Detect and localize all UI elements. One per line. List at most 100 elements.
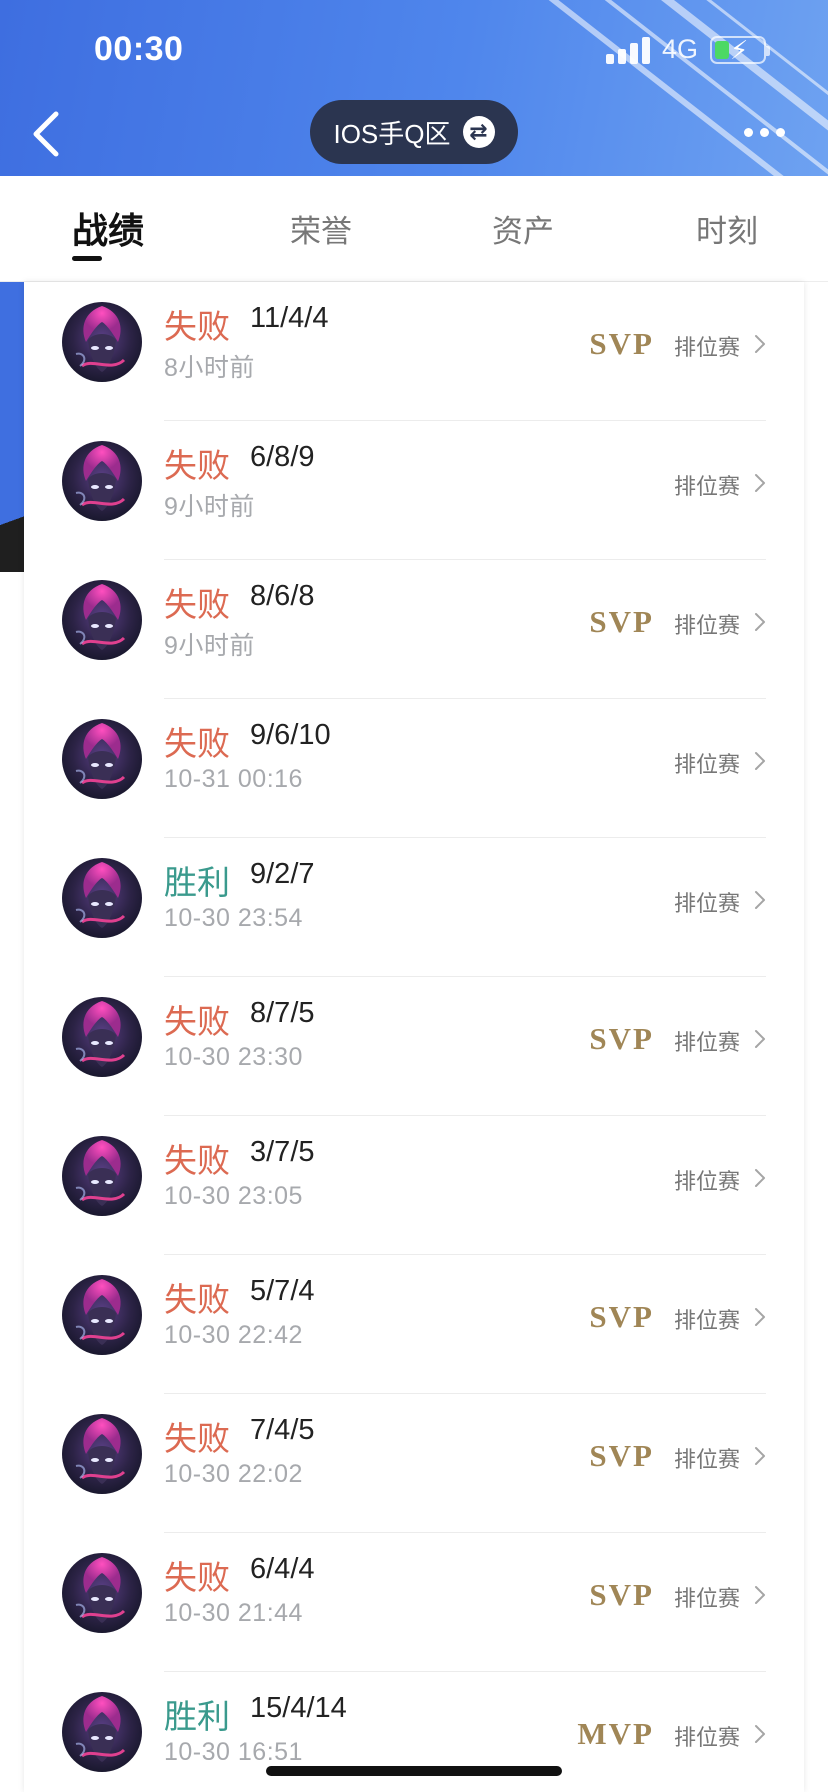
- match-time: 10-30 16:51: [164, 1738, 303, 1766]
- performance-badge: SVP: [589, 1021, 654, 1056]
- match-result: 胜利: [164, 1698, 230, 1735]
- match-row[interactable]: 胜利 9/2/7 10-30 23:54 排位赛: [24, 838, 804, 977]
- game-mode: 排位赛: [673, 1586, 740, 1611]
- kda-score: 15/4/14: [250, 1692, 347, 1724]
- match-row[interactable]: 失败 9/6/10 10-31 00:16 排位赛: [24, 699, 804, 838]
- server-label: IOS手Q区: [333, 118, 451, 149]
- kda-score: 6/4/4: [250, 1553, 315, 1585]
- game-mode: 排位赛: [673, 335, 740, 360]
- chevron-right-icon: [755, 1586, 765, 1604]
- kda-score: 9/2/7: [250, 858, 315, 890]
- performance-badge: SVP: [589, 326, 654, 361]
- match-time: 10-30 23:54: [164, 904, 303, 932]
- match-row[interactable]: 失败 5/7/4 10-30 22:42 SVP 排位赛: [24, 1255, 804, 1394]
- more-menu-icon[interactable]: [744, 128, 785, 137]
- battery-icon: ⚡: [710, 35, 770, 65]
- match-row[interactable]: 失败 7/4/5 10-30 22:02 SVP 排位赛: [24, 1394, 804, 1533]
- game-mode: 排位赛: [673, 1725, 740, 1750]
- chevron-right-icon: [755, 613, 765, 631]
- game-mode: 排位赛: [673, 752, 740, 777]
- hero-avatar: [62, 719, 142, 799]
- kda-score: 6/8/9: [250, 441, 315, 473]
- signal-icon: [605, 36, 650, 64]
- performance-badge: MVP: [577, 1716, 654, 1751]
- performance-badge: SVP: [589, 1299, 654, 1334]
- performance-badge: SVP: [589, 604, 654, 639]
- hero-avatar: [62, 1414, 142, 1494]
- game-mode: 排位赛: [673, 474, 740, 499]
- tab-record[interactable]: 战绩: [72, 202, 144, 254]
- game-mode: 排位赛: [673, 1030, 740, 1055]
- game-mode: 排位赛: [673, 613, 740, 638]
- kda-score: 5/7/4: [250, 1275, 315, 1307]
- match-row[interactable]: 失败 8/7/5 10-30 23:30 SVP 排位赛: [24, 977, 804, 1116]
- header-decoration: [658, 0, 828, 135]
- kda-score: 3/7/5: [250, 1136, 315, 1168]
- chevron-right-icon: [755, 1169, 765, 1187]
- match-time: 10-30 23:05: [164, 1182, 303, 1210]
- match-result: 失败: [164, 1559, 230, 1596]
- kda-score: 8/7/5: [250, 997, 315, 1029]
- chevron-right-icon: [755, 752, 765, 770]
- match-time: 10-30 21:44: [164, 1599, 303, 1627]
- match-result: 胜利: [164, 864, 230, 901]
- background-decoration: [0, 282, 24, 488]
- performance-badge: SVP: [589, 1438, 654, 1473]
- match-result: 失败: [164, 1003, 230, 1040]
- chevron-right-icon: [755, 474, 765, 492]
- hero-avatar: [62, 1275, 142, 1355]
- match-time: 10-30 22:02: [164, 1460, 303, 1488]
- kda-score: 7/4/5: [250, 1414, 315, 1446]
- match-time: 9小时前: [164, 632, 255, 660]
- network-label: 4G: [661, 34, 698, 64]
- chevron-right-icon: [755, 1030, 765, 1048]
- match-result: 失败: [164, 447, 230, 484]
- game-mode: 排位赛: [673, 1169, 740, 1194]
- hero-avatar: [62, 997, 142, 1077]
- match-row[interactable]: 失败 8/6/8 9小时前 SVP 排位赛: [24, 560, 804, 699]
- chevron-right-icon: [755, 335, 765, 353]
- match-result: 失败: [164, 1142, 230, 1179]
- chevron-right-icon: [755, 1725, 765, 1743]
- hero-avatar: [62, 1692, 142, 1772]
- match-time: 9小时前: [164, 493, 255, 521]
- match-row[interactable]: 失败 6/4/4 10-30 21:44 SVP 排位赛: [24, 1533, 804, 1672]
- server-switch-button[interactable]: IOS手Q区 ⇄: [310, 100, 518, 164]
- hero-avatar: [62, 1136, 142, 1216]
- tab-moments[interactable]: 时刻: [696, 206, 758, 251]
- hero-avatar: [62, 1553, 142, 1633]
- match-time: 10-30 23:30: [164, 1043, 303, 1071]
- kda-score: 9/6/10: [250, 719, 331, 751]
- chevron-right-icon: [755, 1308, 765, 1326]
- match-list: 失败 11/4/4 8小时前 SVP 排位赛 失败 6/8/9 9小时前 排位赛: [24, 282, 804, 1792]
- kda-score: 11/4/4: [250, 302, 329, 334]
- match-result: 失败: [164, 586, 230, 623]
- hero-avatar: [62, 580, 142, 660]
- match-result: 失败: [164, 725, 230, 762]
- hero-avatar: [62, 302, 142, 382]
- match-row[interactable]: 失败 3/7/5 10-30 23:05 排位赛: [24, 1116, 804, 1255]
- hero-avatar: [62, 441, 142, 521]
- home-indicator: [266, 1766, 562, 1776]
- chevron-right-icon: [755, 1447, 765, 1465]
- tab-assets[interactable]: 资产: [492, 206, 554, 251]
- performance-badge: SVP: [589, 1577, 654, 1612]
- match-result: 失败: [164, 308, 230, 345]
- tab-honor[interactable]: 荣誉: [290, 206, 352, 251]
- match-time: 10-31 00:16: [164, 765, 303, 793]
- match-time: 8小时前: [164, 354, 255, 382]
- hero-avatar: [62, 858, 142, 938]
- match-result: 失败: [164, 1281, 230, 1318]
- kda-score: 8/6/8: [250, 580, 315, 612]
- status-indicators: 4G ⚡: [605, 34, 770, 65]
- background-decoration: [0, 488, 24, 572]
- game-mode: 排位赛: [673, 1447, 740, 1472]
- game-mode: 排位赛: [673, 891, 740, 916]
- active-tab-indicator: [72, 256, 102, 261]
- match-row[interactable]: 失败 6/8/9 9小时前 排位赛: [24, 421, 804, 560]
- match-result: 失败: [164, 1420, 230, 1457]
- top-header: 00:30 4G ⚡ IOS手Q区 ⇄: [0, 0, 828, 176]
- back-arrow-icon[interactable]: [28, 104, 68, 164]
- match-row[interactable]: 失败 11/4/4 8小时前 SVP 排位赛: [24, 282, 804, 421]
- status-time: 00:30: [94, 30, 184, 68]
